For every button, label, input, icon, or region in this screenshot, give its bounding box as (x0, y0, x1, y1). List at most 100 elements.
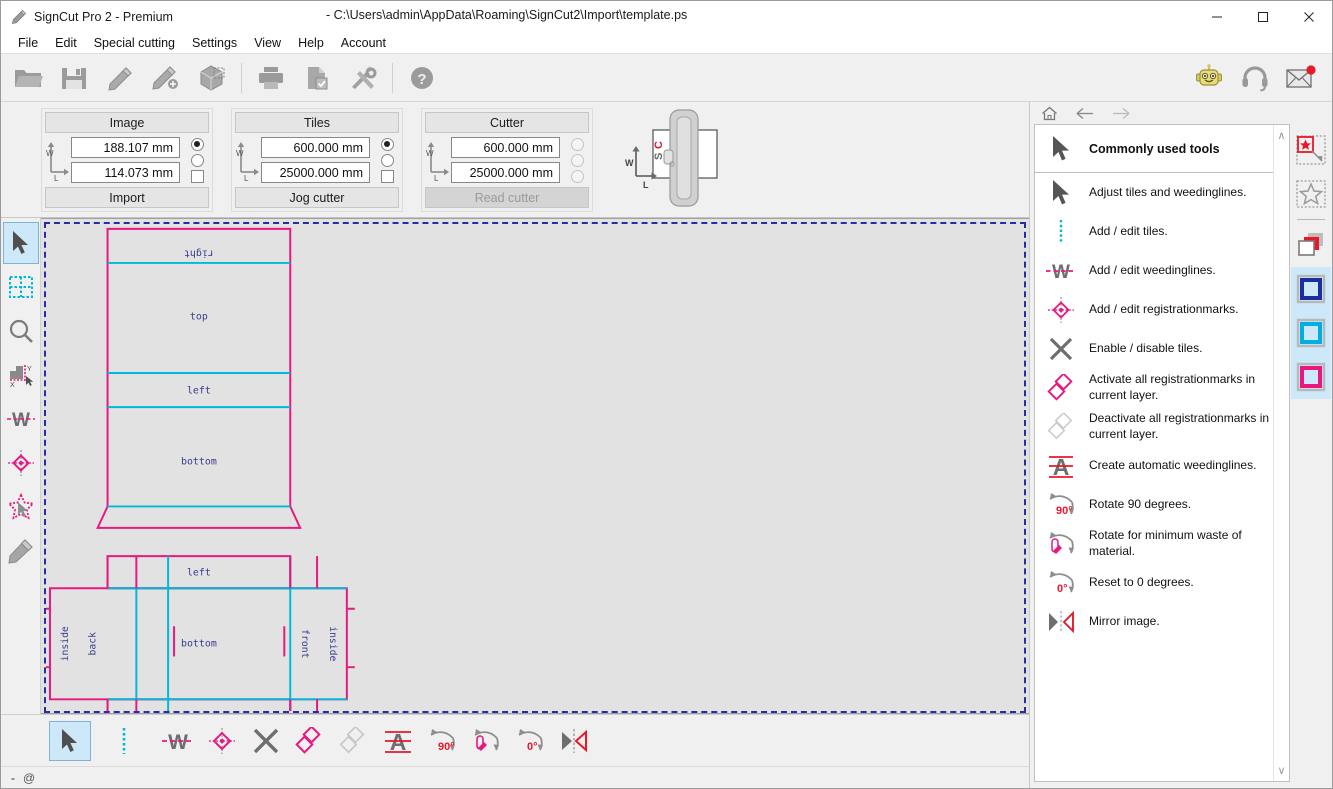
weedingline-tool[interactable]: W (3, 398, 39, 440)
tool-adjust-tiles[interactable]: Adjust tiles and weedinglines. (1035, 173, 1289, 212)
tool-activate-regmarks[interactable]: Activate all registrationmarks in curren… (1035, 368, 1289, 407)
robot-icon[interactable] (1186, 56, 1232, 100)
pen-add-icon[interactable] (143, 56, 189, 100)
tools-list-scrollbar[interactable]: ∧ ∨ (1273, 125, 1289, 781)
select-arrow-icon[interactable] (49, 720, 91, 761)
home-icon[interactable] (1038, 104, 1060, 122)
image-radio-length[interactable] (190, 153, 204, 167)
auto-weedinglines-icon[interactable]: A (377, 721, 419, 761)
open-folder-icon[interactable] (5, 56, 51, 100)
close-button[interactable] (1286, 1, 1332, 32)
tiles-radio-length[interactable] (380, 153, 394, 167)
tool-rotate-min-waste[interactable]: Rotate for minimum waste of material. (1035, 524, 1289, 563)
tool-label: Create automatic weedinglines. (1089, 457, 1257, 472)
print-icon[interactable] (248, 56, 294, 100)
tiles-length-input[interactable]: 25000.000 mm (261, 162, 370, 183)
reset-0-icon[interactable]: 0° (509, 721, 551, 761)
box-3d-icon[interactable] (189, 56, 235, 100)
tile-select-tool[interactable] (3, 266, 39, 308)
template-vector-drawing: right top left bottom left bottom inside… (42, 227, 355, 713)
image-group: Image W L 188.107 mm 114.073 mm Import (41, 108, 213, 212)
cutter-length-input[interactable]: 25000.000 mm (451, 162, 560, 183)
cutter-width-input[interactable]: 600.000 mm (451, 137, 560, 158)
arrow-right-icon[interactable] (1110, 104, 1132, 122)
add-edit-tiles-icon[interactable] (103, 721, 145, 761)
mail-icon[interactable] (1278, 56, 1324, 100)
tool-add-edit-weedinglines[interactable]: W Add / edit weedinglines. (1035, 251, 1289, 290)
tool-add-edit-registrationmarks[interactable]: Add / edit registrationmarks. (1035, 290, 1289, 329)
registrationmark-tool[interactable] (3, 442, 39, 484)
image-lock-checkbox[interactable] (190, 169, 204, 183)
minimize-button[interactable] (1194, 1, 1240, 32)
menu-settings[interactable]: Settings (184, 34, 245, 52)
layer-magenta-icon[interactable] (1291, 355, 1331, 399)
weedingline-w-icon[interactable]: W (157, 721, 199, 761)
design-canvas[interactable]: right top left bottom left bottom inside… (41, 218, 1029, 714)
menu-file[interactable]: File (10, 34, 46, 52)
tool-enable-disable-tiles[interactable]: Enable / disable tiles. (1035, 329, 1289, 368)
tiles-lock-checkbox[interactable] (380, 169, 394, 183)
rotate-min-waste-icon[interactable] (465, 721, 507, 761)
zoom-tool[interactable] (3, 310, 39, 352)
deactivate-regmarks-icon[interactable] (333, 721, 375, 761)
app-pen-icon (11, 9, 27, 25)
node-edit-tool[interactable] (3, 486, 39, 528)
tools-list-panel: Commonly used tools Adjust tiles and wee… (1034, 124, 1290, 782)
maximize-button[interactable] (1240, 1, 1286, 32)
tools-icon[interactable] (340, 56, 386, 100)
activate-regmarks-icon[interactable] (289, 721, 331, 761)
layer-cyan-icon[interactable] (1291, 311, 1331, 355)
svg-text:left: left (187, 568, 211, 579)
arrow-left-icon[interactable] (1074, 104, 1096, 122)
pen-tool[interactable] (3, 530, 39, 572)
svg-text:X: X (10, 382, 15, 388)
document-check-icon[interactable] (294, 56, 340, 100)
import-button[interactable]: Import (45, 187, 209, 208)
menu-edit[interactable]: Edit (47, 34, 85, 52)
tool-auto-weedinglines[interactable]: A Create automatic weedinglines. (1035, 446, 1289, 485)
pen-icon[interactable] (97, 56, 143, 100)
menu-account[interactable]: Account (333, 34, 394, 52)
enable-disable-tiles-icon[interactable] (245, 721, 287, 761)
mirror-image-icon[interactable] (553, 721, 595, 761)
tool-add-edit-tiles[interactable]: Add / edit tiles. (1035, 212, 1289, 251)
tools-list-header: Commonly used tools (1035, 125, 1289, 173)
bottom-toolbar: W A 90° 0° (1, 714, 1029, 766)
select-arrow-tool[interactable] (2, 222, 39, 264)
tool-deactivate-regmarks[interactable]: Deactivate all registrationmarks in curr… (1035, 407, 1289, 446)
rotate-90-icon[interactable]: 90° (421, 721, 463, 761)
tiles-header-button[interactable]: Tiles (235, 112, 399, 133)
image-width-input[interactable]: 188.107 mm (71, 137, 180, 158)
reset-0-icon: 0° (1043, 568, 1079, 598)
scroll-up-icon[interactable]: ∧ (1277, 129, 1285, 142)
save-icon[interactable] (51, 56, 97, 100)
cutter-radio-3 (570, 169, 584, 183)
wl-axis-image-icon: W L (45, 138, 71, 183)
layers-icon[interactable] (1291, 223, 1331, 267)
tiles-width-input[interactable]: 600.000 mm (261, 137, 370, 158)
image-length-input[interactable]: 114.073 mm (71, 162, 180, 183)
app-title: SignCut Pro 2 - Premium (34, 9, 173, 24)
help-icon[interactable]: ? (399, 56, 445, 100)
rotate-90-icon: 90° (1043, 490, 1079, 520)
tool-mirror-image[interactable]: Mirror image. (1035, 602, 1289, 641)
origin-xy-tool[interactable]: Y X (3, 354, 39, 396)
scroll-down-icon[interactable]: ∨ (1277, 764, 1285, 777)
menu-special-cutting[interactable]: Special cutting (86, 34, 183, 52)
image-header-button[interactable]: Image (45, 112, 209, 133)
jog-cutter-button[interactable]: Jog cutter (235, 187, 399, 208)
tool-rotate-90[interactable]: 90° Rotate 90 degrees. (1035, 485, 1289, 524)
menu-help[interactable]: Help (290, 34, 332, 52)
activate-regmarks-icon (1043, 373, 1079, 402)
image-radio-width[interactable] (190, 137, 204, 151)
tiles-radio-width[interactable] (380, 137, 394, 151)
headset-icon[interactable] (1232, 56, 1278, 100)
select-shape-icon[interactable] (1291, 172, 1331, 216)
cutter-header-button[interactable]: Cutter (425, 112, 589, 133)
layer-blue-icon[interactable] (1291, 267, 1331, 311)
menu-view[interactable]: View (246, 34, 289, 52)
title-bar: SignCut Pro 2 - Premium - C:\Users\admin… (1, 1, 1332, 32)
tool-reset-0[interactable]: 0° Reset to 0 degrees. (1035, 563, 1289, 602)
registrationmark-icon[interactable] (201, 721, 243, 761)
select-all-icon[interactable] (1291, 128, 1331, 172)
